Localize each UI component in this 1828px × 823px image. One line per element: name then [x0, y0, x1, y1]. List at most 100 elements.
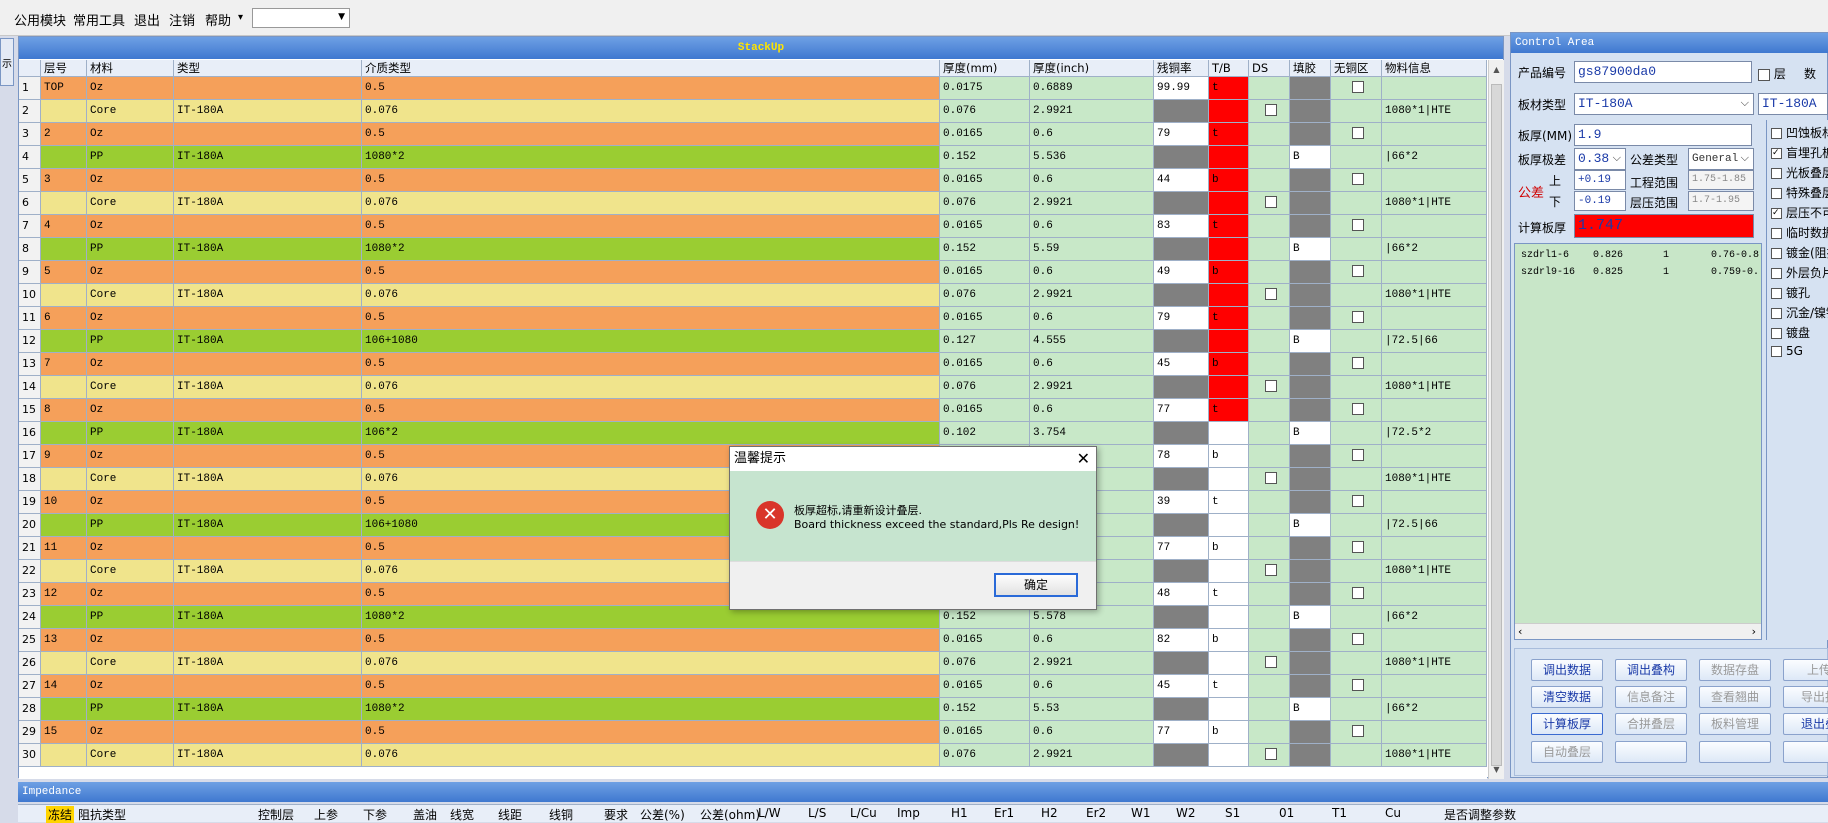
tolerance-up-input[interactable]: +0.19: [1574, 170, 1626, 190]
scroll-down-icon[interactable]: ▼: [1489, 762, 1504, 777]
result-list[interactable]: ‹ › szdrl1-6 0.826 1 0.76-0.8 szdrl9-16 0.825…: [1514, 243, 1762, 640]
product-input[interactable]: gs87900da0: [1574, 61, 1752, 83]
impedance-col-header[interactable]: 01: [1279, 806, 1294, 820]
table-row[interactable]: 11 6 Oz 0.5 0.0165 0.6 79 t: [19, 307, 1487, 330]
impedance-col-header[interactable]: Er1: [994, 806, 1014, 820]
option-check[interactable]: ✓ 盲埋孔板: [1771, 144, 1828, 161]
no-copper-checkbox[interactable]: [1351, 495, 1364, 508]
dielectric-header[interactable]: 介质类型: [362, 60, 940, 77]
impedance-col-header[interactable]: W2: [1176, 806, 1196, 820]
table-row[interactable]: 13 7 Oz 0.5 0.0165 0.6 45 b: [19, 353, 1487, 376]
tb-header[interactable]: T/B: [1209, 60, 1249, 77]
tolerance-down-input[interactable]: -0.19: [1574, 191, 1626, 211]
no-copper-checkbox[interactable]: [1351, 173, 1364, 186]
control-button[interactable]: [1615, 741, 1687, 763]
option-check[interactable]: 5G: [1771, 344, 1803, 358]
control-button[interactable]: 导出报: [1783, 686, 1828, 708]
table-row[interactable]: 14 Core IT-180A 0.076 0.076 2.9921 1080*1|HTE: [19, 376, 1487, 399]
option-check[interactable]: 沉金/镍钯: [1771, 304, 1828, 321]
ds-checkbox[interactable]: [1264, 380, 1277, 393]
control-button[interactable]: [1783, 741, 1828, 763]
control-button[interactable]: 调出数据: [1531, 659, 1603, 681]
material-select[interactable]: IT-180A ⌵: [1574, 93, 1754, 115]
option-check[interactable]: 凹蚀板材: [1771, 124, 1828, 141]
table-row[interactable]: 25 13 Oz 0.5 0.0165 0.6 82 b: [19, 629, 1487, 652]
table-row[interactable]: 6 Core IT-180A 0.076 0.076 2.9921 1080*1|HTE: [19, 192, 1487, 215]
table-row[interactable]: 28 PP IT-180A 1080*2 0.152 5.53 B |66*2: [19, 698, 1487, 721]
impedance-col-header[interactable]: 公差(ohm): [700, 806, 760, 823]
table-row[interactable]: 10 Core IT-180A 0.076 0.076 2.9921 1080*1|HTE: [19, 284, 1487, 307]
type-header[interactable]: 类型: [174, 60, 362, 77]
table-row[interactable]: 15 8 Oz 0.5 0.0165 0.6 77 t: [19, 399, 1487, 422]
control-button[interactable]: 调出叠构: [1615, 659, 1687, 681]
table-row[interactable]: 2 Core IT-180A 0.076 0.076 2.9921 1080*1|HTE: [19, 100, 1487, 123]
impedance-col-header[interactable]: W1: [1131, 806, 1151, 820]
menu-exit[interactable]: 退出: [134, 10, 160, 29]
list-item[interactable]: szdrl9-16 0.825 1 0.759-0.: [1515, 265, 1761, 281]
no-copper-checkbox[interactable]: [1351, 219, 1364, 232]
no-copper-checkbox[interactable]: [1351, 357, 1364, 370]
tolerance-type-select[interactable]: General ⌵: [1688, 148, 1754, 170]
grade-select[interactable]: 0.38 ⌵: [1574, 148, 1626, 170]
option-check[interactable]: ✓ 层压不可: [1771, 204, 1828, 221]
control-button[interactable]: 自动叠层: [1531, 741, 1603, 763]
ds-checkbox[interactable]: [1264, 288, 1277, 301]
no-copper-checkbox[interactable]: [1351, 449, 1364, 462]
dialog-ok-button[interactable]: 确定: [994, 573, 1078, 597]
impedance-col-header[interactable]: S1: [1225, 806, 1240, 820]
impedance-col-header[interactable]: 冻结: [46, 806, 75, 823]
no-copper-checkbox[interactable]: [1351, 403, 1364, 416]
option-check[interactable]: 光板叠层: [1771, 164, 1828, 181]
impedance-col-header[interactable]: 线铜: [549, 806, 573, 823]
no-copper-checkbox[interactable]: [1351, 679, 1364, 692]
table-row[interactable]: 4 PP IT-180A 1080*2 0.152 5.536 B |66*2: [19, 146, 1487, 169]
material-header[interactable]: 材料: [87, 60, 174, 77]
material-info-header[interactable]: 物料信息: [1382, 60, 1487, 77]
scroll-left-icon[interactable]: ‹: [1518, 625, 1522, 638]
thickness-mm-header[interactable]: 厚度(mm): [940, 60, 1030, 77]
table-row[interactable]: 7 4 Oz 0.5 0.0165 0.6 83 t: [19, 215, 1487, 238]
control-button[interactable]: 板料管理: [1699, 713, 1771, 735]
layer-no-header[interactable]: 层号: [41, 60, 87, 77]
no-copper-checkbox[interactable]: [1351, 725, 1364, 738]
table-row[interactable]: 26 Core IT-180A 0.076 0.076 2.9921 1080*1|HTE: [19, 652, 1487, 675]
material-input-2[interactable]: IT-180A: [1758, 93, 1828, 115]
table-row[interactable]: 8 PP IT-180A 1080*2 0.152 5.59 B |66*2: [19, 238, 1487, 261]
impedance-col-header[interactable]: 线宽: [450, 806, 474, 823]
ds-checkbox[interactable]: [1264, 472, 1277, 485]
fill-header[interactable]: 填胶: [1290, 60, 1331, 77]
table-row[interactable]: 27 14 Oz 0.5 0.0165 0.6 45 t: [19, 675, 1487, 698]
table-row[interactable]: 16 PP IT-180A 106*2 0.102 3.754 B |72.5*2: [19, 422, 1487, 445]
option-check[interactable]: 镀孔: [1771, 284, 1810, 301]
table-row[interactable]: 29 15 Oz 0.5 0.0165 0.6 77 b: [19, 721, 1487, 744]
impedance-col-header[interactable]: 控制层: [258, 806, 294, 823]
layer-checkbox[interactable]: 层: [1758, 65, 1786, 82]
ds-checkbox[interactable]: [1264, 656, 1277, 669]
impedance-col-header[interactable]: 上参: [314, 806, 338, 823]
ds-checkbox[interactable]: [1264, 104, 1277, 117]
horizontal-scrollbar[interactable]: ‹ ›: [1515, 623, 1761, 639]
thickness-input[interactable]: 1.9: [1574, 124, 1752, 146]
list-item[interactable]: szdrl1-6 0.826 1 0.76-0.8: [1515, 248, 1761, 264]
no-copper-checkbox[interactable]: [1351, 81, 1364, 94]
rownum-header[interactable]: [19, 60, 41, 77]
control-button[interactable]: [1699, 741, 1771, 763]
impedance-col-header[interactable]: 阻抗类型: [78, 806, 126, 823]
option-check[interactable]: 临时数据: [1771, 224, 1828, 241]
menu-common-tools[interactable]: 常用工具: [73, 10, 125, 29]
table-row[interactable]: 3 2 Oz 0.5 0.0165 0.6 79 t: [19, 123, 1487, 146]
menu-public-module[interactable]: 公用模块: [14, 10, 66, 29]
option-check[interactable]: 外层负片: [1771, 264, 1828, 281]
impedance-col-header[interactable]: Imp: [897, 806, 920, 820]
control-button[interactable]: 计算板厚: [1531, 713, 1603, 735]
menu-logout[interactable]: 注销: [169, 10, 195, 29]
impedance-col-header[interactable]: T1: [1332, 806, 1347, 820]
impedance-col-header[interactable]: 公差(%): [640, 806, 685, 823]
close-icon[interactable]: ✕: [1077, 447, 1090, 471]
impedance-col-header[interactable]: L/S: [808, 806, 826, 820]
ds-checkbox[interactable]: [1264, 196, 1277, 209]
no-copper-header[interactable]: 无铜区: [1331, 60, 1382, 77]
thickness-inch-header[interactable]: 厚度(inch): [1030, 60, 1154, 77]
copper-ratio-header[interactable]: 残铜率: [1154, 60, 1209, 77]
ds-header[interactable]: DS: [1249, 60, 1290, 77]
